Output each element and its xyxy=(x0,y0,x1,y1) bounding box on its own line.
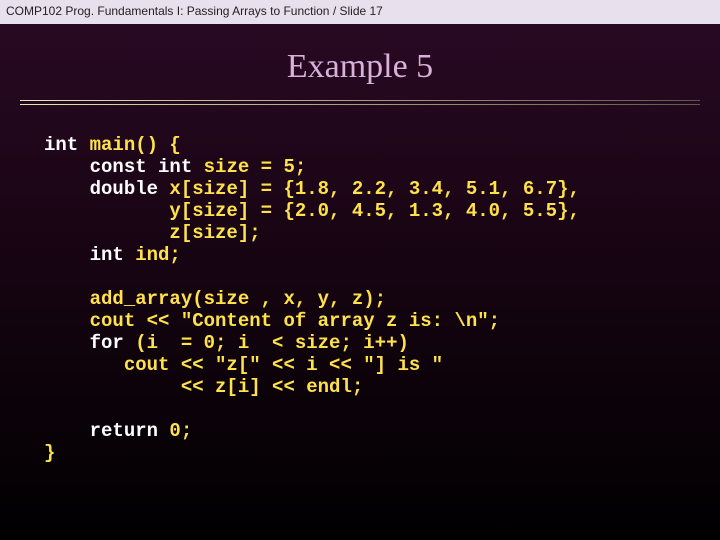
code-text: (i = 0; i < size; i++) xyxy=(124,332,409,354)
code-text: ind; xyxy=(124,244,181,266)
rule-line xyxy=(20,104,700,105)
header-text: COMP102 Prog. Fundamentals I: Passing Ar… xyxy=(6,4,383,18)
code-text: main() { xyxy=(78,134,181,156)
code-text: cout << "z[" << i << "] is " xyxy=(44,354,443,376)
code-text: size = 5; xyxy=(192,156,306,178)
code-text: 0; xyxy=(158,420,192,442)
title-rule xyxy=(20,100,700,106)
code-block: int main() { const int size = 5; double … xyxy=(0,106,720,464)
code-text: << z[i] << endl; xyxy=(44,376,363,398)
rule-line xyxy=(20,100,700,101)
code-text: z[size]; xyxy=(44,222,261,244)
code-kw: const int xyxy=(44,156,192,178)
slide-title: Example 5 xyxy=(287,48,433,85)
slide: COMP102 Prog. Fundamentals I: Passing Ar… xyxy=(0,0,720,540)
code-kw: int xyxy=(44,244,124,266)
code-kw: double xyxy=(44,178,158,200)
code-kw: for xyxy=(44,332,124,354)
header-strip: COMP102 Prog. Fundamentals I: Passing Ar… xyxy=(0,0,720,24)
title-wrap: Example 5 xyxy=(0,24,720,96)
code-text: cout << "Content of array z is: \n"; xyxy=(44,310,500,332)
code-text: y[size] = {2.0, 4.5, 1.3, 4.0, 5.5}, xyxy=(44,200,580,222)
code-kw: return xyxy=(44,420,158,442)
code-text: add_array(size , x, y, z); xyxy=(44,288,386,310)
code-text: } xyxy=(44,442,55,464)
code-kw: int xyxy=(44,134,78,156)
code-text: x[size] = {1.8, 2.2, 3.4, 5.1, 6.7}, xyxy=(158,178,580,200)
